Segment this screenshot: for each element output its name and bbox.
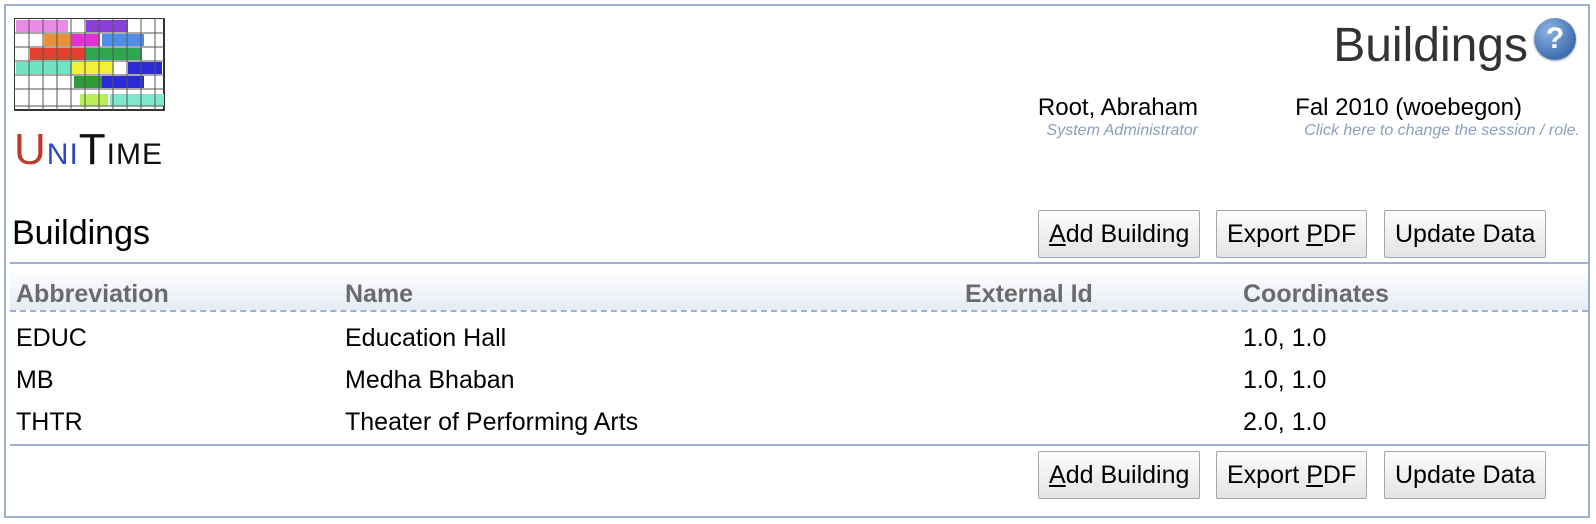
cell-coordinates: 1.0, 1.0 — [1243, 366, 1327, 394]
unitime-logo-icon — [14, 18, 165, 111]
table-row[interactable]: MB Medha Bhaban 1.0, 1.0 — [10, 358, 1588, 400]
export-pdf-label-post: DF — [1322, 461, 1357, 489]
column-header-coordinates[interactable]: Coordinates — [1243, 280, 1389, 309]
cell-abbreviation: THTR — [16, 408, 83, 436]
add-building-accesskey: A — [1049, 461, 1066, 489]
update-data-button[interactable]: Update Data — [1384, 210, 1547, 258]
add-building-button[interactable]: Add Building — [1038, 451, 1201, 499]
column-header-external-id[interactable]: External Id — [965, 280, 1093, 309]
user-info[interactable]: Root, Abraham System Administrator — [1038, 94, 1198, 140]
export-pdf-label-pre: Export — [1227, 220, 1307, 248]
export-pdf-button[interactable]: Export PDF — [1216, 451, 1368, 499]
unitime-wordmark: UNITIME — [14, 128, 163, 172]
wordmark-ime: IME — [106, 138, 164, 171]
user-name: Root, Abraham — [1037, 94, 1198, 121]
section-title: Buildings — [12, 214, 150, 252]
export-pdf-label-post: DF — [1322, 220, 1357, 248]
add-building-label: dd Building — [1065, 461, 1190, 489]
cell-name: Theater of Performing Arts — [345, 408, 639, 436]
help-icon[interactable]: ? — [1534, 18, 1576, 60]
export-pdf-button[interactable]: Export PDF — [1216, 210, 1368, 258]
table-row[interactable]: EDUC Education Hall 1.0, 1.0 — [10, 316, 1588, 358]
user-role: System Administrator — [1046, 122, 1198, 139]
export-pdf-accesskey: P — [1306, 220, 1323, 248]
wordmark-u: U — [14, 125, 47, 174]
section-divider-bottom — [10, 444, 1588, 446]
session-selector[interactable]: Fal 2010 (woebegon) Click here to change… — [1295, 94, 1580, 140]
column-header-abbreviation[interactable]: Abbreviation — [16, 280, 169, 309]
cell-coordinates: 2.0, 1.0 — [1243, 408, 1327, 436]
page-title: Buildings — [1333, 19, 1528, 72]
cell-name: Education Hall — [345, 324, 507, 352]
cell-coordinates: 1.0, 1.0 — [1243, 324, 1327, 352]
export-pdf-accesskey: P — [1306, 461, 1323, 489]
table-row[interactable]: THTR Theater of Performing Arts 2.0, 1.0 — [10, 400, 1588, 442]
table-header: Abbreviation Name External Id Coordinate… — [10, 268, 1588, 312]
update-data-button[interactable]: Update Data — [1384, 451, 1547, 499]
cell-name: Medha Bhaban — [345, 366, 515, 394]
session-change-hint[interactable]: Click here to change the session / role. — [1295, 122, 1580, 140]
add-building-label: dd Building — [1065, 220, 1190, 248]
wordmark-ni: NI — [46, 138, 79, 171]
export-pdf-label-pre: Export — [1227, 461, 1307, 489]
column-header-name[interactable]: Name — [345, 280, 413, 309]
session-name: Fal 2010 (woebegon) — [1295, 94, 1522, 121]
cell-abbreviation: MB — [16, 366, 54, 394]
cell-abbreviation: EDUC — [16, 324, 87, 352]
add-building-accesskey: A — [1049, 220, 1066, 248]
section-divider-top — [10, 262, 1588, 264]
wordmark-t: T — [78, 125, 107, 174]
add-building-button[interactable]: Add Building — [1038, 210, 1201, 258]
